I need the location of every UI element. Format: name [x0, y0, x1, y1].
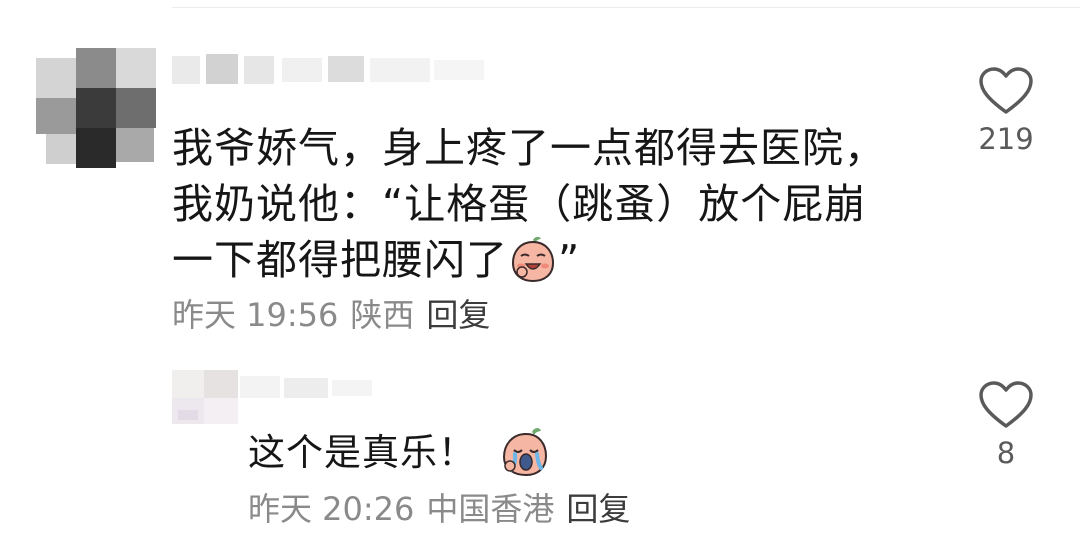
avatar[interactable]	[172, 370, 238, 428]
comment-location: 陕西	[350, 296, 415, 334]
like-count: 8	[996, 436, 1016, 470]
laughing-peach-icon	[511, 236, 555, 283]
heart-icon	[979, 381, 1033, 428]
like-button[interactable]: 8	[966, 380, 1046, 470]
top-divider	[172, 7, 1080, 8]
reply-time: 昨天 20:26	[248, 490, 415, 528]
comment-text: 我爷娇气，身上疼了一点都得去医院， 我奶说他：“让格蛋（跳蚤）放个屁崩 一下都得…	[172, 120, 932, 288]
like-count: 219	[978, 122, 1034, 156]
reply-text-content: 这个是真乐！	[248, 431, 476, 474]
username-blurred[interactable]	[172, 48, 502, 88]
reply-location: 中国香港	[426, 490, 555, 528]
comment-meta: 昨天 19:56 陕西 回复	[172, 290, 490, 336]
comment-line-text: 一下都得把腰闪了	[172, 236, 508, 284]
like-button[interactable]: 219	[966, 66, 1046, 156]
reply-button[interactable]: 回复	[426, 296, 490, 334]
username-blurred[interactable]	[240, 372, 380, 402]
comment-line: 一下都得把腰闪了 ”	[172, 232, 932, 288]
closing-quote: ”	[558, 236, 581, 284]
crying-laughing-peach-icon	[502, 427, 548, 476]
comment-line: 我爷娇气，身上疼了一点都得去医院，	[172, 124, 886, 172]
comment-line: 我奶说他：“让格蛋（跳蚤）放个屁崩	[172, 180, 867, 228]
reply-meta: 昨天 20:26 中国香港 回复	[248, 484, 630, 530]
reply-text: 这个是真乐！	[248, 427, 550, 478]
comment-time: 昨天 19:56	[172, 296, 339, 334]
reply-button[interactable]: 回复	[566, 490, 630, 528]
heart-icon	[979, 67, 1033, 114]
avatar[interactable]	[36, 48, 158, 170]
